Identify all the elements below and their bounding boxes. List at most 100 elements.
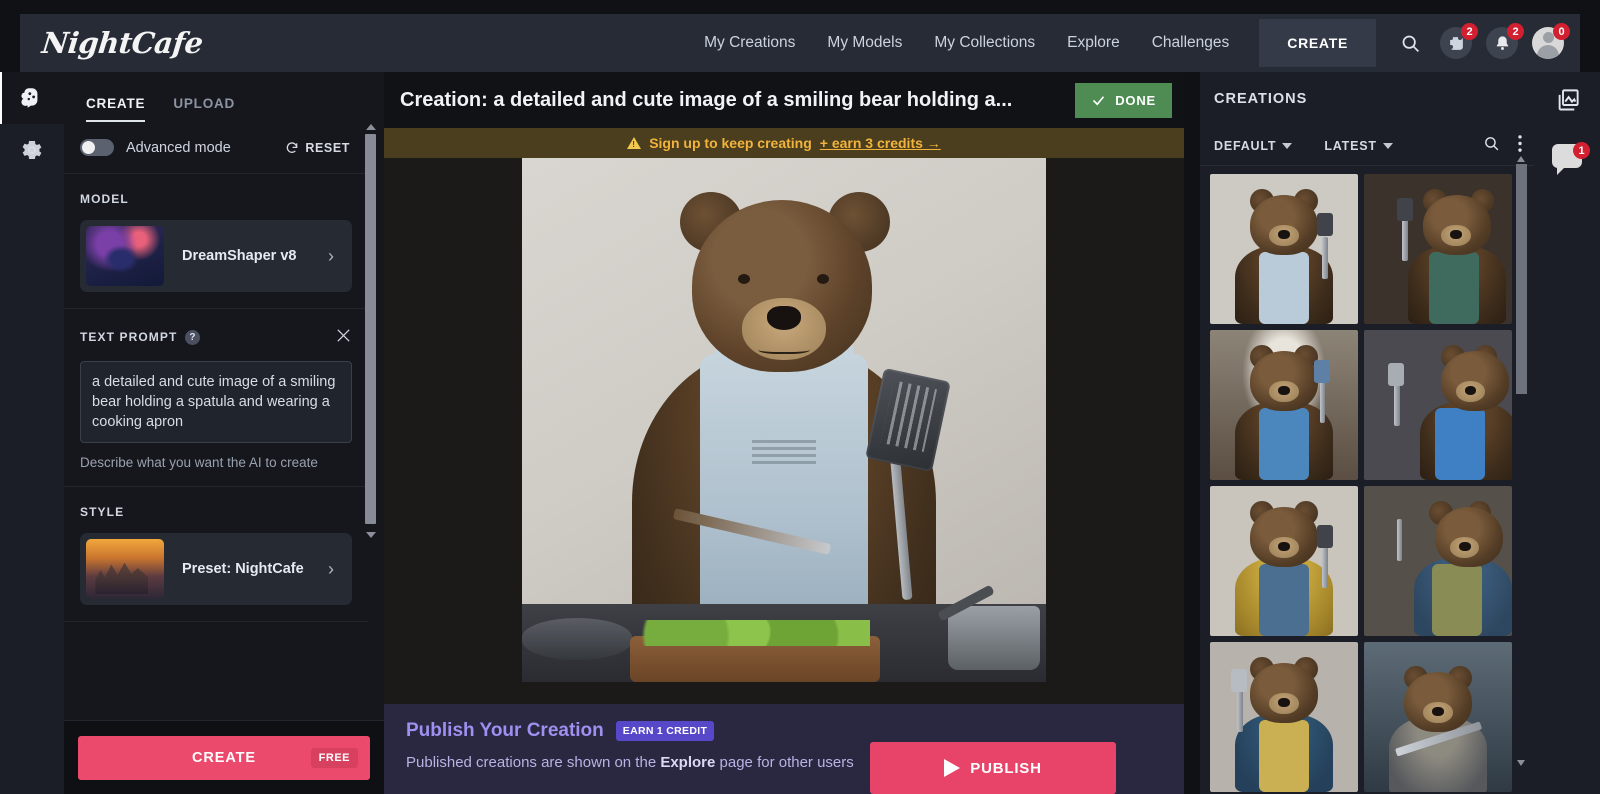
filter-default-label: DEFAULT — [1214, 138, 1277, 153]
nav-my-creations[interactable]: My Creations — [688, 34, 811, 52]
panel-scroll-area: Advanced mode RESET MODEL DreamShaper v8… — [64, 122, 384, 720]
more-vertical-icon[interactable] — [1518, 134, 1522, 157]
chevron-down-icon — [1282, 142, 1293, 149]
create-button-label: CREATE — [192, 749, 256, 766]
nightcafe-logo[interactable]: NightCafe — [40, 26, 204, 60]
scrollbar-thumb[interactable] — [1516, 164, 1527, 394]
shuffle-icon[interactable] — [335, 327, 352, 347]
panel-tabs: CREATE UPLOAD — [64, 72, 384, 122]
model-name: DreamShaper v8 — [182, 248, 297, 264]
top-bar: NightCafe My Creations My Models My Coll… — [20, 14, 1580, 72]
create-button-main[interactable]: CREATE FREE — [78, 735, 370, 780]
publish-subtitle-before: Published creations are shown on the — [406, 754, 661, 771]
main-navigation: My Creations My Models My Collections Ex… — [688, 19, 1580, 67]
style-name: Preset: NightCafe — [182, 561, 304, 577]
brain-icon — [21, 88, 38, 108]
center-header: Creation: a detailed and cute image of a… — [384, 72, 1184, 128]
publish-title: Publish Your Creation — [406, 720, 604, 741]
rail-item-settings[interactable] — [0, 124, 64, 176]
creation-thumbnail[interactable] — [1364, 174, 1512, 324]
nav-my-collections[interactable]: My Collections — [918, 34, 1051, 52]
creation-thumbnail[interactable] — [1210, 330, 1358, 480]
sort-latest-dropdown[interactable]: LATEST — [1324, 138, 1393, 153]
refresh-icon — [287, 141, 298, 153]
left-rail — [0, 72, 64, 794]
chevron-right-icon: › — [328, 245, 334, 266]
page-title: Creation: a detailed and cute image of a… — [400, 88, 1013, 111]
scroll-up-arrow-icon[interactable] — [1517, 156, 1525, 162]
publish-bar: Publish Your Creation EARN 1 CREDIT Publ… — [384, 704, 1184, 794]
reset-button[interactable]: RESET — [285, 141, 350, 155]
creation-thumbnail[interactable] — [1210, 486, 1358, 636]
model-thumbnail — [86, 226, 164, 286]
style-thumbnail — [86, 539, 164, 599]
prompt-input[interactable]: a detailed and cute image of a smiling b… — [80, 361, 352, 443]
signup-banner: Sign up to keep creating + earn 3 credit… — [384, 128, 1184, 158]
scroll-down-arrow-icon[interactable] — [1517, 760, 1525, 766]
gear-icon — [22, 141, 42, 159]
publish-button-label: PUBLISH — [970, 759, 1042, 777]
advanced-mode-toggle[interactable] — [80, 139, 114, 156]
nightcafe-app: NightCafe My Creations My Models My Coll… — [0, 0, 1600, 794]
creations-panel: CREATIONS DEFAULT LATEST — [1200, 72, 1534, 794]
explore-link[interactable]: Explore — [660, 754, 715, 771]
creations-header: CREATIONS — [1200, 72, 1534, 126]
publish-title-row: Publish Your Creation EARN 1 CREDIT — [406, 720, 1166, 742]
tab-upload[interactable]: UPLOAD — [159, 96, 249, 122]
creation-thumbnail[interactable] — [1210, 174, 1358, 324]
scrollbar-thumb[interactable] — [365, 134, 376, 524]
create-button-topbar[interactable]: CREATE — [1259, 19, 1376, 67]
dice-icon[interactable]: 2 — [1440, 23, 1478, 59]
creation-thumbnail[interactable] — [1210, 642, 1358, 792]
bell-badge: 2 — [1507, 23, 1524, 40]
prompt-section-title: TEXT PROMPT ? — [80, 327, 352, 347]
creations-scrollbar[interactable] — [1516, 156, 1528, 766]
creation-thumbnail[interactable] — [1364, 642, 1512, 792]
prompt-section: TEXT PROMPT ? a detailed and cute image … — [64, 309, 368, 487]
topbar-icon-group: 2 2 0 — [1394, 23, 1570, 59]
left-panel: CREATE UPLOAD Advanced mode RESET MODEL … — [64, 72, 384, 794]
nav-my-models[interactable]: My Models — [811, 34, 918, 52]
done-button[interactable]: DONE — [1075, 82, 1172, 118]
creations-search-icon[interactable] — [1483, 135, 1500, 157]
reset-label: RESET — [305, 140, 350, 155]
model-picker[interactable]: DreamShaper v8 › — [80, 220, 352, 292]
chat-badge: 1 — [1573, 142, 1590, 159]
signup-text: Sign up to keep creating — [649, 135, 812, 151]
earn-credits-link[interactable]: + earn 3 credits → — [820, 135, 941, 151]
prompt-helper-text: Describe what you want the AI to create — [80, 455, 318, 470]
style-section-title: STYLE — [80, 505, 125, 519]
avatar[interactable]: 0 — [1532, 23, 1570, 59]
tab-create[interactable]: CREATE — [72, 96, 159, 122]
chevron-down-icon — [1382, 142, 1393, 149]
nav-challenges[interactable]: Challenges — [1136, 34, 1246, 52]
generated-image[interactable] — [522, 158, 1046, 682]
nav-explore[interactable]: Explore — [1051, 34, 1136, 52]
sort-latest-label: LATEST — [1324, 138, 1377, 153]
scroll-down-arrow-icon[interactable] — [366, 532, 376, 538]
publish-button[interactable]: PUBLISH — [870, 742, 1116, 794]
done-label: DONE — [1115, 92, 1156, 108]
rail-item-gallery[interactable] — [1534, 72, 1600, 128]
filter-default-dropdown[interactable]: DEFAULT — [1214, 138, 1293, 153]
gallery-icon — [1558, 88, 1579, 110]
left-panel-scrollbar[interactable] — [365, 122, 378, 720]
right-rail: 1 — [1534, 72, 1600, 794]
creation-thumbnail[interactable] — [1364, 330, 1512, 480]
style-picker[interactable]: Preset: NightCafe › — [80, 533, 352, 605]
prompt-section-label: TEXT PROMPT — [80, 330, 178, 344]
avatar-badge: 0 — [1553, 23, 1570, 40]
rail-item-brain[interactable] — [0, 72, 64, 124]
advanced-mode-row: Advanced mode RESET — [64, 122, 368, 174]
chevron-right-icon: › — [328, 558, 334, 579]
creation-thumbnail[interactable] — [1364, 486, 1512, 636]
free-badge: FREE — [310, 747, 358, 768]
advanced-mode-label: Advanced mode — [126, 139, 231, 156]
dice-badge: 2 — [1461, 23, 1478, 40]
bell-icon[interactable]: 2 — [1486, 23, 1524, 59]
search-icon[interactable] — [1394, 27, 1426, 59]
help-icon[interactable]: ? — [185, 329, 201, 345]
scroll-up-arrow-icon[interactable] — [366, 124, 376, 130]
send-icon — [944, 759, 961, 777]
rail-item-chat[interactable]: 1 — [1534, 128, 1600, 184]
